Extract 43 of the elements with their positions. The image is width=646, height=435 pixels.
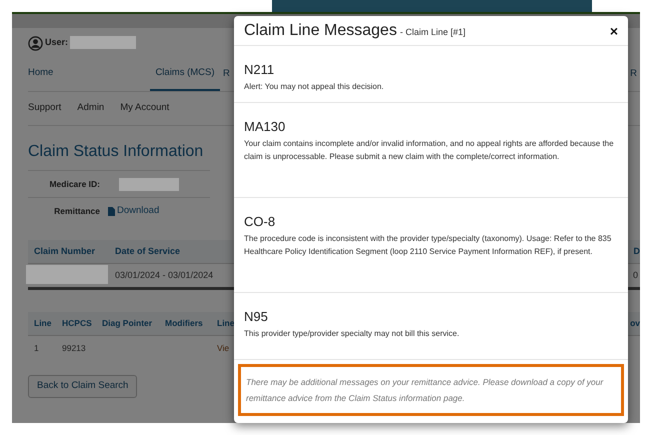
redacted-block (70, 36, 136, 49)
table-cell-text: 1 (34, 342, 40, 355)
back-button[interactable]: Back to Claim Search (28, 375, 138, 398)
message-code: MA130 (244, 118, 286, 136)
download-link[interactable]: Download (108, 204, 160, 218)
column-header: Date of Service (115, 244, 182, 258)
message-text: Your claim contains incomplete and/or invalid information, and no appeal rights are afforded because the claim is unprocessable. Please submit a new claim with the complete/correct information. (244, 138, 615, 162)
table-cell-text: 03/01/2024 - 03/01/2024 (115, 268, 214, 282)
remittance-notice: There may be additional messages on your remittance advice. Please download a copy of your remittance advice from the Claim Status information page. (238, 364, 624, 416)
field-label: Remittance (53, 204, 100, 218)
message-code: N95 (244, 308, 269, 326)
view-link[interactable]: Vie (217, 342, 230, 355)
field-label: Medicare ID: (48, 178, 100, 190)
user-icon (28, 36, 43, 50)
column-header: Diag Pointer (102, 317, 154, 330)
message-text: Alert: You may not appeal this decision. (244, 80, 385, 92)
column-header: Line (34, 317, 52, 330)
column-header: HCPCS (62, 317, 93, 330)
redacted-block (119, 178, 179, 191)
page-title: Claim Status Information (28, 142, 204, 162)
column-header: Modifiers (165, 317, 204, 330)
message-code: CO-8 (244, 213, 276, 231)
message-text: The procedure code is inconsistent with the provider type/specialty (taxonomy). Usage: Refer to the 835 Healthcare Policy Identification Segment (loop 2110 Service Payment Information REF), if present. (244, 232, 612, 258)
nav-tab[interactable]: R (630, 67, 637, 82)
nav-tab[interactable]: Claims (MCS) (150, 58, 220, 91)
modal-subtitle: - Claim Line [#1] (400, 26, 466, 39)
close-button[interactable]: × (610, 24, 618, 38)
document-icon (108, 206, 115, 216)
user-label: User: (45, 36, 68, 50)
message-code: N211 (244, 61, 276, 79)
nav-tab[interactable]: Home (28, 58, 150, 91)
nav-link[interactable]: Admin (77, 101, 104, 116)
message-text: This provider type/provider specialty may not bill this service. (244, 328, 460, 340)
table-cell-text: 99213 (62, 342, 87, 355)
nav-link[interactable]: My Account (120, 101, 170, 116)
nav-link[interactable]: Support (28, 101, 62, 116)
column-header: D (634, 244, 640, 258)
modal-title: Claim Line Messages (244, 20, 397, 40)
table-cell-text: 0 (632, 268, 639, 282)
nav-tab[interactable]: R (223, 67, 230, 82)
column-header: ov (630, 317, 640, 330)
column-header: Line (217, 317, 236, 330)
column-header: Claim Number (33, 244, 96, 258)
